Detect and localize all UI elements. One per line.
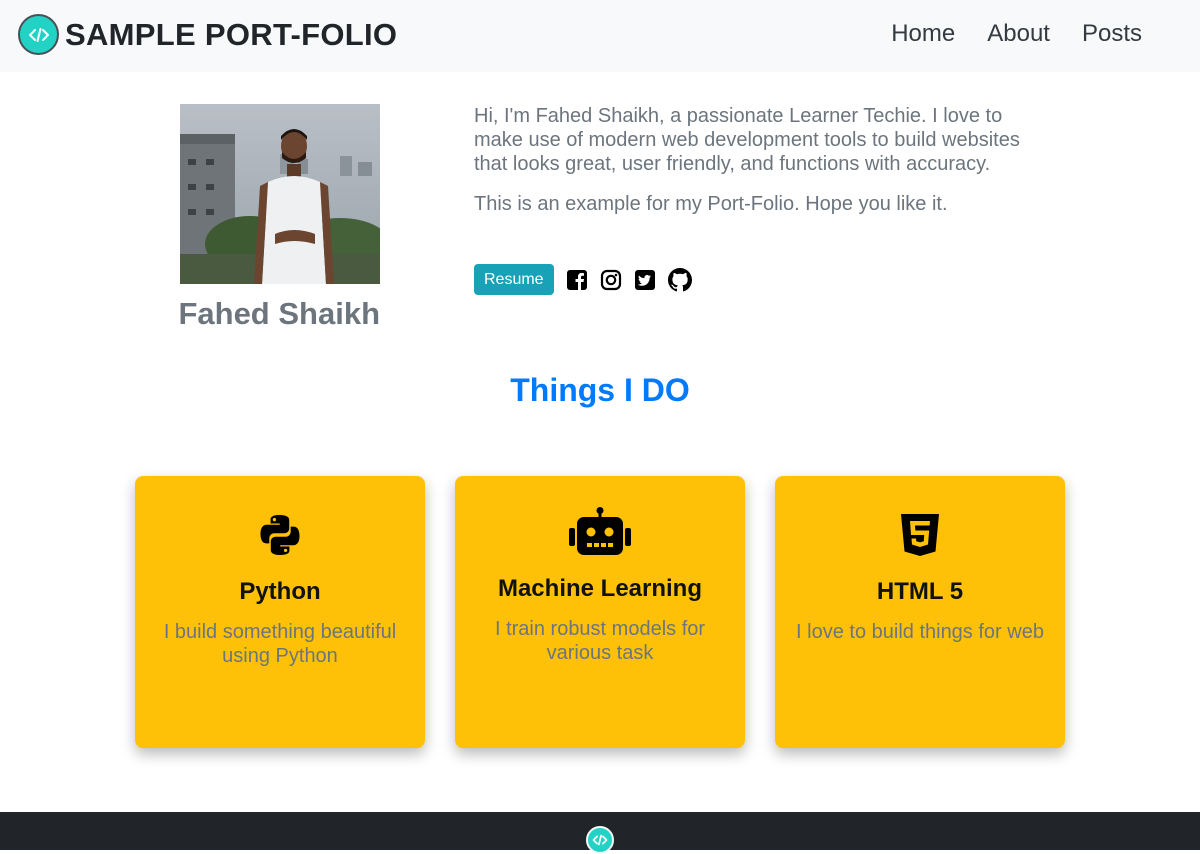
html5-icon [775, 476, 1065, 556]
python-icon [135, 476, 425, 556]
nav-posts-link[interactable]: Posts [1082, 20, 1142, 48]
profile-name: Fahed Shaikh [178, 296, 380, 331]
robot-icon [455, 476, 745, 555]
facebook-icon[interactable] [566, 269, 588, 291]
profile-photo [180, 104, 380, 284]
instagram-icon[interactable] [600, 269, 622, 291]
card-title: HTML 5 [876, 578, 964, 605]
card-text: I love to build things for web [796, 621, 1044, 643]
brand-title: SAMPLE PORT-FOLIO [65, 16, 398, 52]
navbar: SAMPLE PORT-FOLIO Home About Posts [0, 0, 1200, 72]
resume-button[interactable]: Resume [474, 264, 554, 295]
section-title: Things I DO [510, 372, 690, 408]
card-title: Python [239, 578, 321, 605]
bio-paragraph: Hi, I'm Fahed Shaikh, a passionate Learn… [474, 105, 1020, 175]
card-title: Machine Learning [497, 575, 703, 602]
twitter-icon[interactable] [634, 269, 656, 291]
github-icon[interactable] [667, 267, 692, 292]
card-machine-learning: Machine Learning I train robust models f… [455, 476, 745, 748]
card-text: I train robust models for various task [494, 618, 706, 664]
card-python: Python I build something beautiful using… [135, 476, 425, 748]
profile-actions: Resume [474, 264, 692, 295]
profile-bio: Hi, I'm Fahed Shaikh, a passionate Learn… [474, 104, 1044, 232]
card-html5: HTML 5 I love to build things for web [775, 476, 1065, 748]
brand[interactable]: SAMPLE PORT-FOLIO [18, 12, 397, 57]
nav-about-link[interactable]: About [987, 20, 1050, 48]
footer [0, 812, 1200, 854]
code-icon [18, 14, 59, 55]
nav-links: Home About Posts [859, 20, 1142, 48]
card-text: I build something beautiful using Python [163, 621, 397, 667]
nav-home-link[interactable]: Home [891, 20, 955, 48]
bio-paragraph: This is an example for my Port-Folio. Ho… [474, 193, 948, 215]
